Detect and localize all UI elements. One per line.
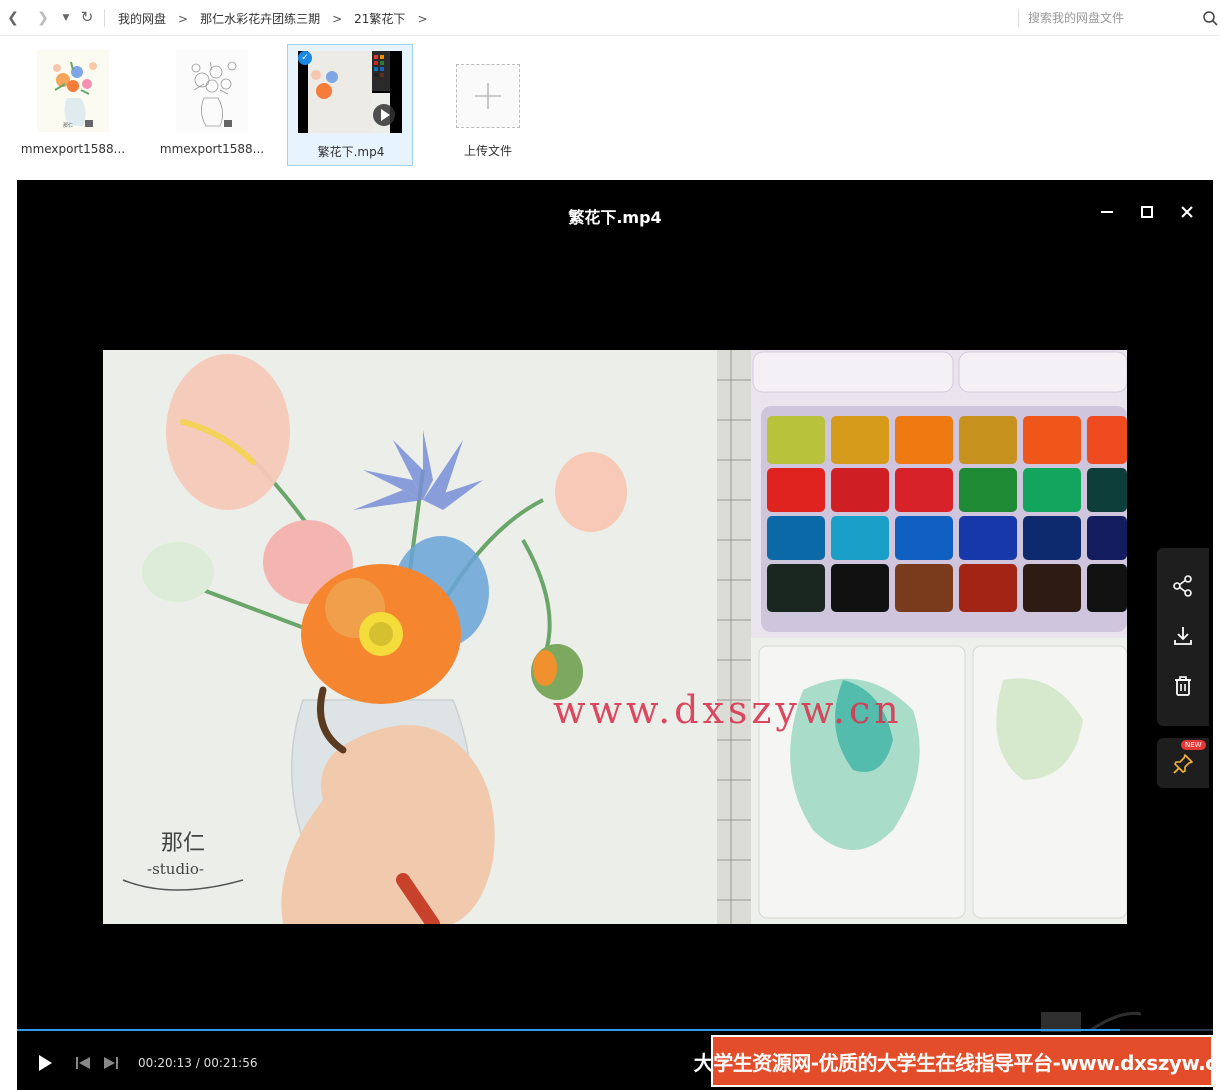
file-name: mmexport1588... xyxy=(159,142,265,156)
player-title: 繁花下.mp4 xyxy=(568,208,662,227)
side-action-panel xyxy=(1157,548,1209,726)
breadcrumb-item-lesson[interactable]: 21繁花下 xyxy=(354,10,405,27)
selected-check-icon: ✓ xyxy=(298,51,312,65)
previous-icon[interactable] xyxy=(75,1055,91,1071)
breadcrumb-item-root[interactable]: 我的网盘 xyxy=(118,10,166,27)
search-input[interactable] xyxy=(1028,7,1188,29)
search-icon[interactable] xyxy=(1202,10,1218,26)
play-icon[interactable] xyxy=(37,1054,53,1072)
breadcrumb-separator: > xyxy=(178,11,189,26)
video-logo-text: 那仁 xyxy=(161,831,205,856)
maximize-icon[interactable] xyxy=(1137,202,1157,222)
video-player: 繁花下.mp4 那仁 -studio- www.dxszyw.cn NEW 00… xyxy=(17,180,1220,1090)
file-list: 那仁 mmexport1588... mmexport1588... ✓ 繁花下… xyxy=(0,40,1220,172)
pin-panel: NEW xyxy=(1157,738,1209,788)
video-frame[interactable]: 那仁 -studio- www.dxszyw.cn xyxy=(103,350,1127,924)
promo-banner: 大学生资源网-优质的大学生在线指导平台-www.dxszyw.cn xyxy=(694,1035,1220,1087)
breadcrumb-item-course[interactable]: 那仁水彩花卉团练三期 xyxy=(200,10,320,27)
image-thumbnail: 那仁 xyxy=(37,50,109,132)
pin-icon[interactable] xyxy=(1171,752,1195,776)
video-logo-subtext: -studio- xyxy=(147,860,204,878)
close-icon[interactable] xyxy=(1177,202,1197,222)
file-name: 繁花下.mp4 xyxy=(317,145,385,159)
video-thumbnail xyxy=(298,51,402,133)
forward-arrow-icon[interactable]: ❯ xyxy=(34,9,52,27)
next-icon[interactable] xyxy=(103,1055,119,1071)
image-thumbnail xyxy=(176,50,248,132)
svg-text:那仁: 那仁 xyxy=(63,122,73,129)
breadcrumb-separator: > xyxy=(332,11,343,26)
progress-bar[interactable] xyxy=(17,1029,1213,1031)
upload-label: 上传文件 xyxy=(463,144,512,158)
watermark-text: www.dxszyw.cn xyxy=(553,688,903,732)
delete-icon[interactable] xyxy=(1171,674,1195,698)
breadcrumb-separator: > xyxy=(417,11,428,26)
file-name: mmexport1588... xyxy=(20,142,126,156)
file-item-image-2[interactable]: mmexport1588... xyxy=(149,44,275,166)
share-icon[interactable] xyxy=(1171,574,1195,598)
new-badge: NEW xyxy=(1181,740,1206,750)
refresh-icon[interactable]: ↻ xyxy=(78,8,96,26)
back-arrow-icon[interactable]: ❮ xyxy=(4,9,22,27)
divider xyxy=(1018,9,1019,27)
minimize-icon[interactable] xyxy=(1097,202,1117,222)
navigation-bar: ❮ ❯ ▼ ↻ 我的网盘 > 那仁水彩花卉团练三期 > 21繁花下 > xyxy=(0,0,1220,36)
time-display: 00:20:13 / 00:21:56 xyxy=(138,1056,258,1070)
file-item-image-1[interactable]: 那仁 mmexport1588... xyxy=(10,44,136,166)
upload-plus-icon[interactable] xyxy=(456,64,520,128)
divider xyxy=(104,9,105,27)
history-dropdown-icon[interactable]: ▼ xyxy=(57,9,75,27)
video-picture: 那仁 -studio- xyxy=(103,350,1127,924)
download-icon[interactable] xyxy=(1171,624,1195,648)
progress-fill xyxy=(17,1029,1120,1031)
file-item-video[interactable]: ✓ 繁花下.mp4 xyxy=(287,44,413,166)
breadcrumb: 我的网盘 > 那仁水彩花卉团练三期 > 21繁花下 > xyxy=(118,10,440,27)
